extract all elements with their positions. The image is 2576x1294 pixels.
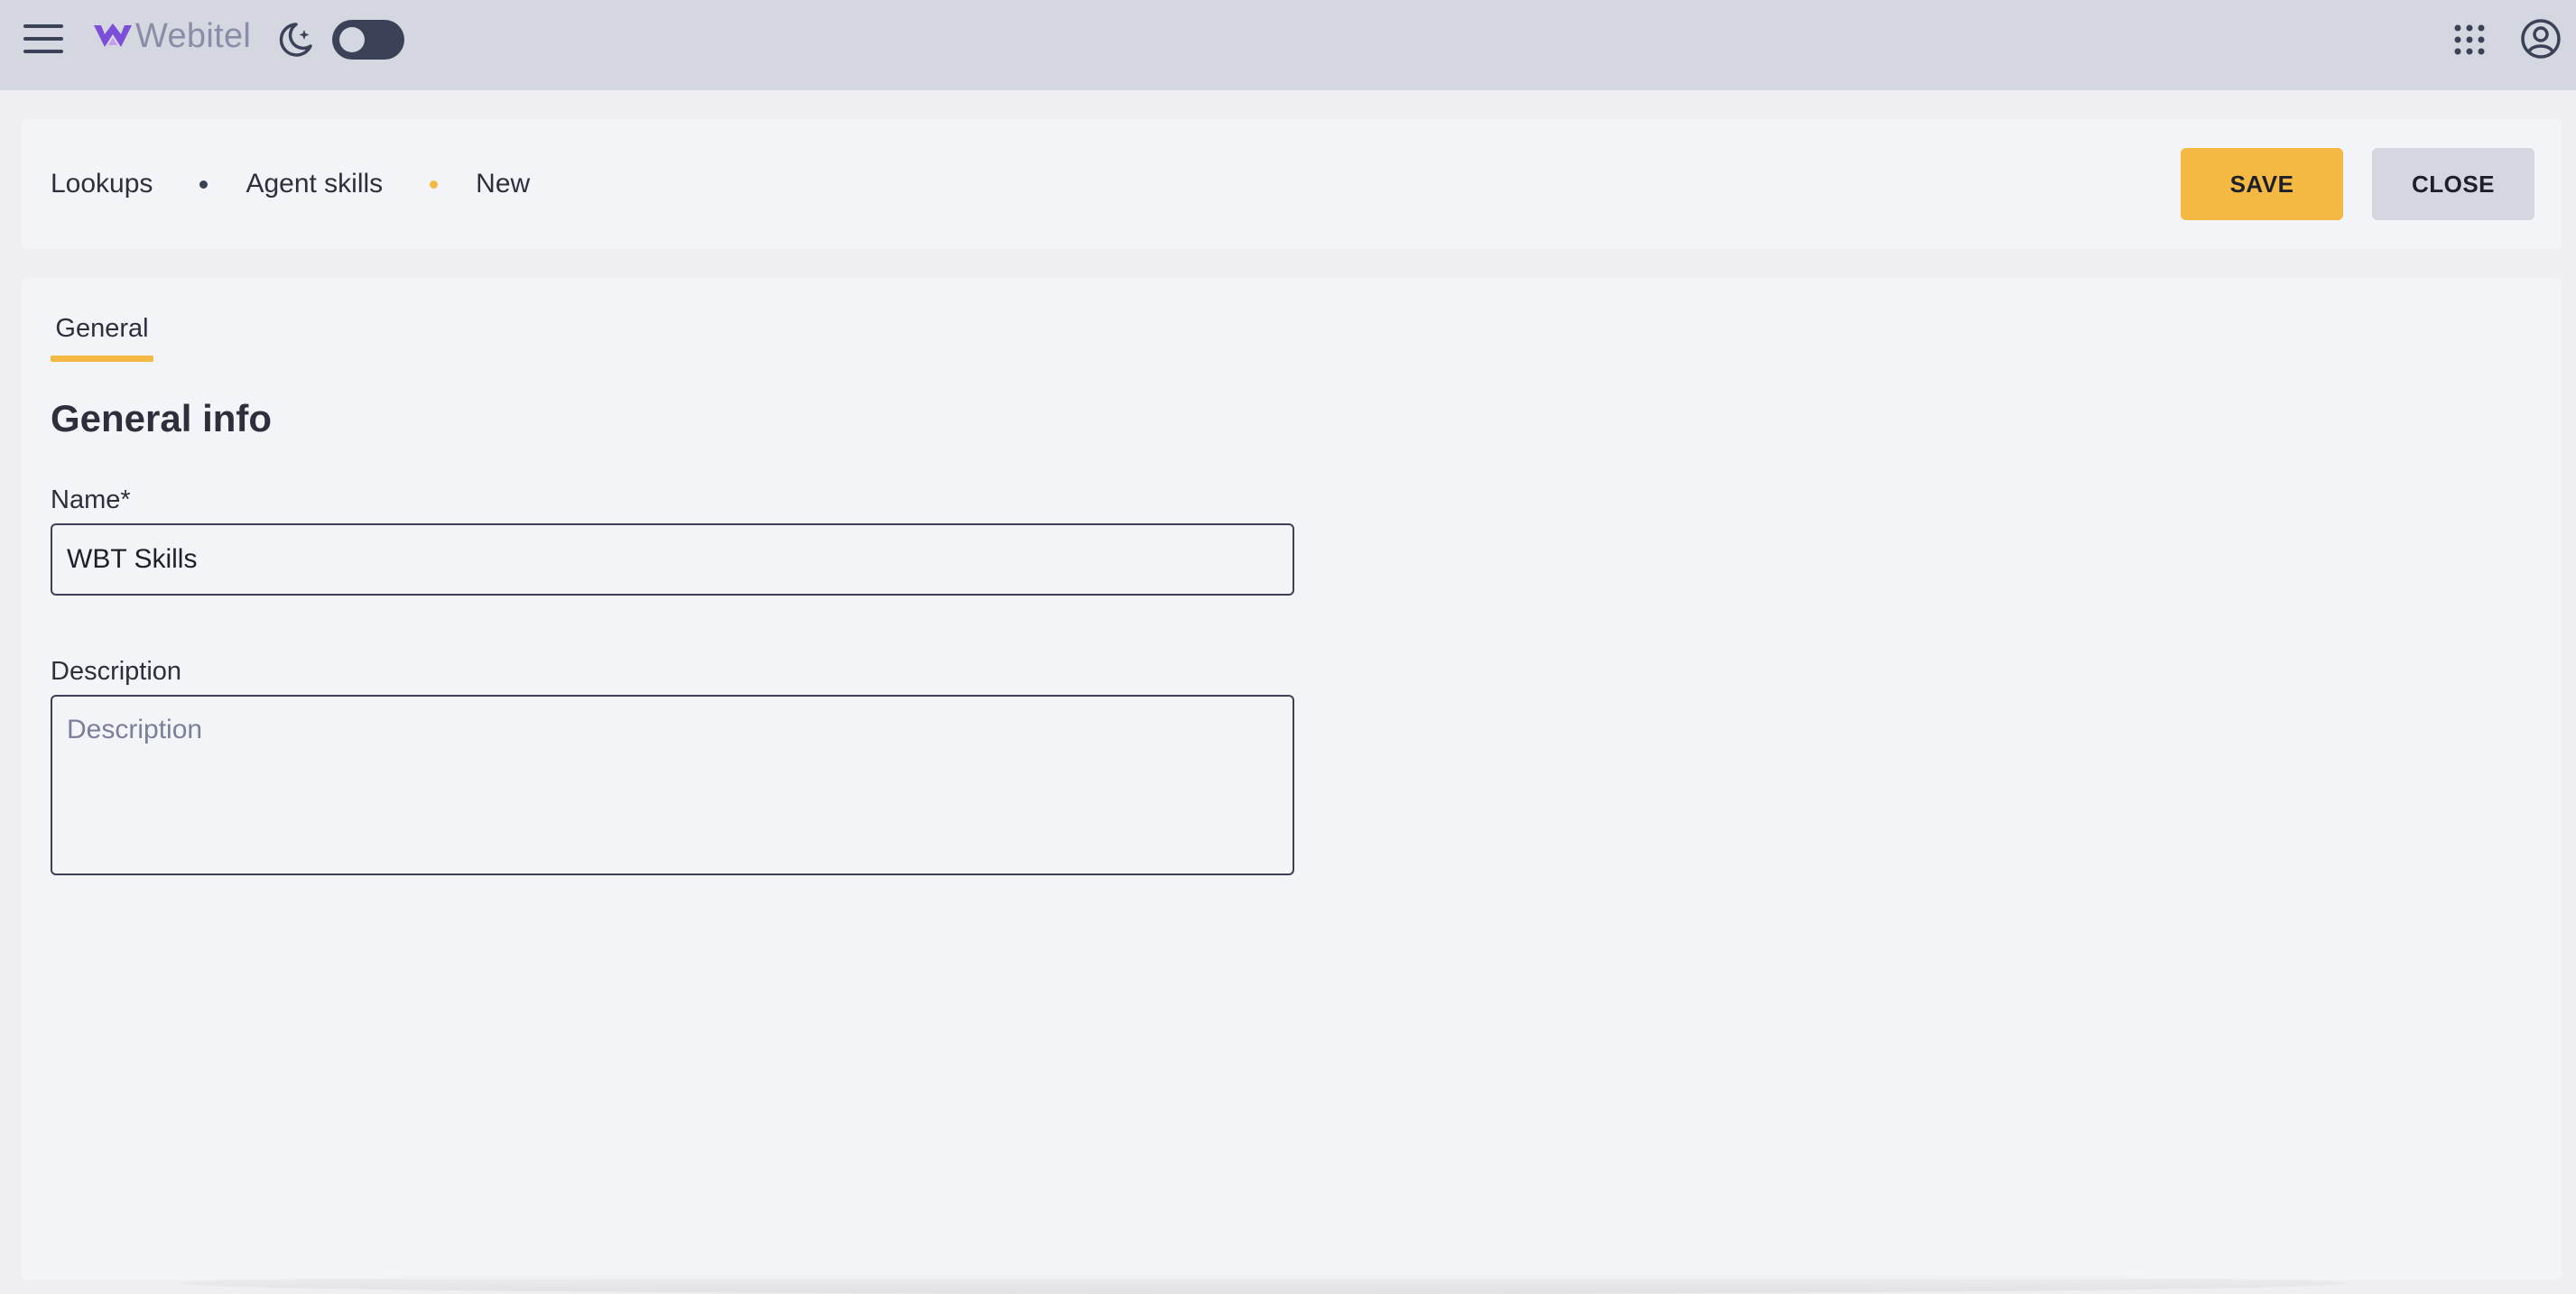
form-card: General General info Name* Description (22, 278, 2562, 1280)
save-button[interactable]: SAVE (2181, 148, 2343, 220)
breadcrumb: Lookups Agent skills New (51, 164, 530, 204)
user-circle-icon[interactable] (2518, 16, 2563, 61)
active-tab-indicator (51, 356, 153, 362)
webitel-logo-icon (94, 23, 132, 47)
webitel-logo[interactable]: Webitel (92, 14, 251, 58)
apps-grid-icon[interactable] (2448, 18, 2491, 61)
breadcrumb-separator (199, 180, 208, 189)
top-app-bar: Webitel (0, 0, 2576, 90)
description-textarea[interactable] (51, 695, 1294, 875)
moon-stars-icon (274, 18, 316, 61)
toggle-knob (339, 27, 365, 52)
close-button[interactable]: CLOSE (2372, 148, 2534, 220)
bottom-shadow (181, 1272, 2347, 1294)
description-label: Description (51, 657, 182, 686)
breadcrumb-item-lookups[interactable]: Lookups (51, 169, 153, 199)
name-label: Name* (51, 485, 131, 514)
logo-text: Webitel (135, 16, 252, 55)
page-header: Lookups Agent skills New SAVE CLOSE (22, 119, 2562, 249)
breadcrumb-separator-active (430, 180, 439, 189)
section-title: General info (51, 397, 273, 439)
hamburger-menu-icon[interactable] (20, 18, 67, 60)
breadcrumb-item-agent-skills[interactable]: Agent skills (246, 169, 383, 199)
name-input[interactable] (51, 523, 1294, 596)
breadcrumb-item-new: New (476, 169, 531, 199)
theme-toggle[interactable] (332, 20, 404, 60)
